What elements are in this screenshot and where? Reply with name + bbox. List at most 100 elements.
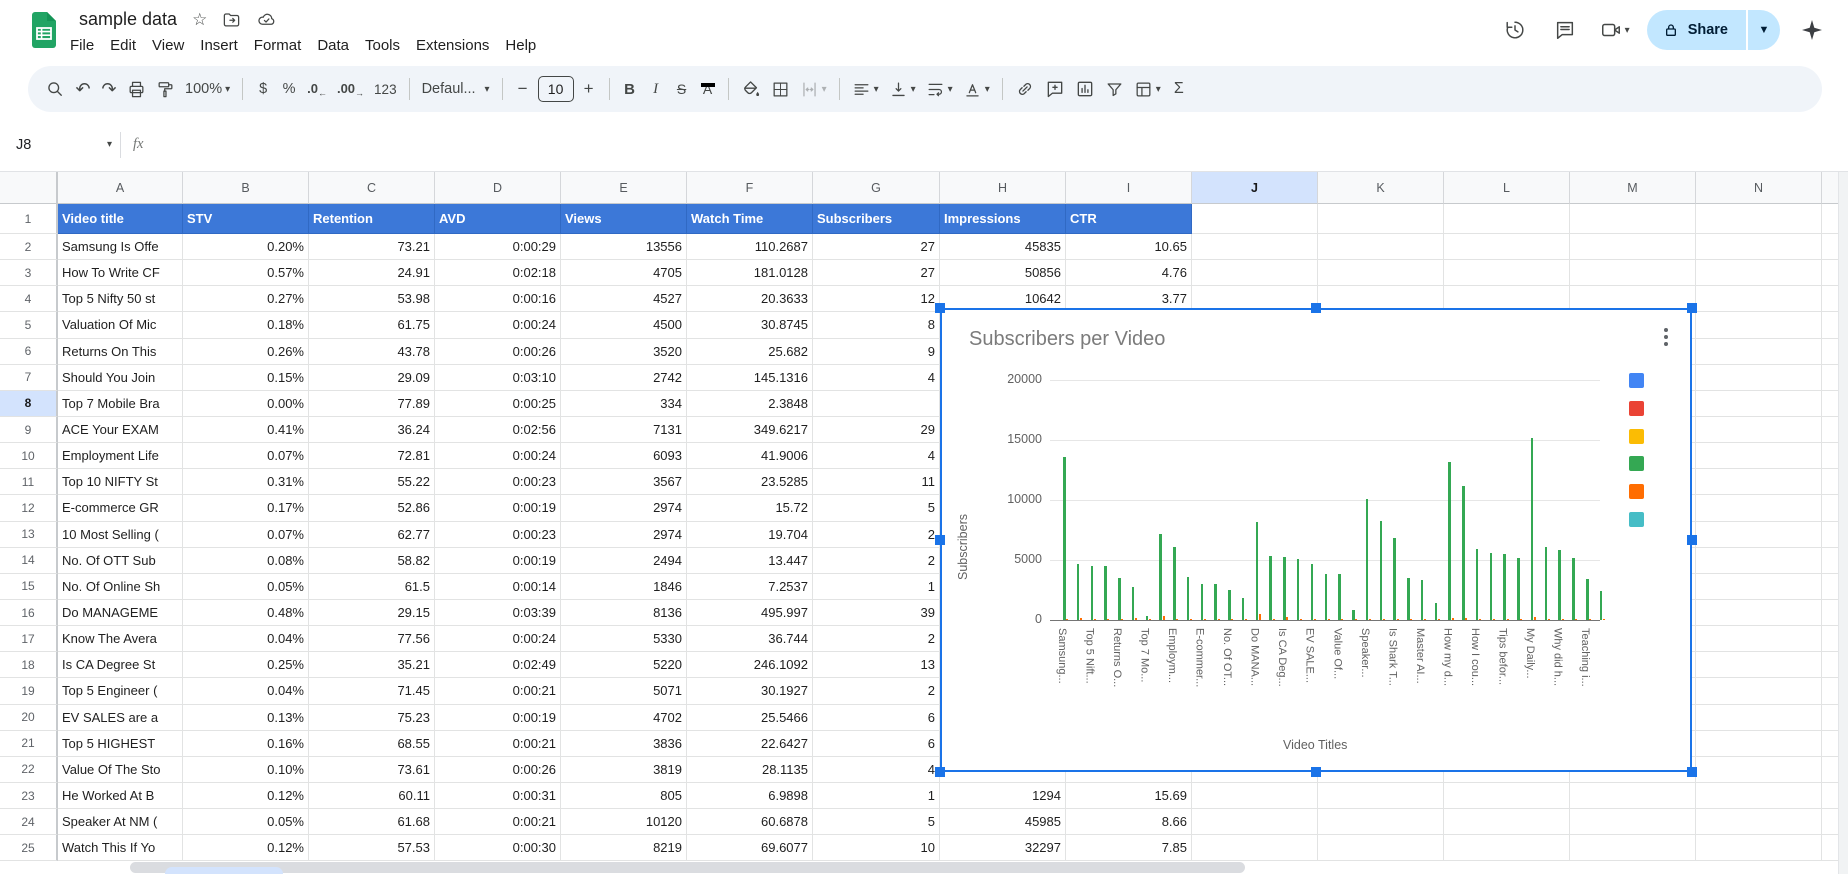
cell[interactable]: 0.05% (183, 809, 309, 835)
cell[interactable]: 0.04% (183, 626, 309, 652)
cell[interactable]: 10120 (561, 809, 687, 835)
table-views-button[interactable]: ▾ (1129, 74, 1166, 104)
cell[interactable]: 55.22 (309, 469, 435, 495)
cell[interactable]: Top 5 Nifty 50 st (58, 286, 183, 312)
share-options-caret[interactable]: ▼ (1748, 10, 1780, 50)
cell[interactable]: Video title (58, 204, 183, 234)
column-header-N[interactable]: N (1696, 172, 1822, 204)
column-header-H[interactable]: H (940, 172, 1066, 204)
cell[interactable] (1444, 835, 1570, 861)
cell[interactable]: 246.1092 (687, 652, 813, 678)
chart-selection-handle[interactable] (935, 535, 945, 545)
cell[interactable]: 6 (813, 705, 940, 731)
row-number-16[interactable]: 16 (0, 600, 58, 626)
chart-selection-handle[interactable] (1687, 535, 1697, 545)
cell[interactable]: 27 (813, 234, 940, 260)
cell[interactable]: 0.04% (183, 678, 309, 704)
cell[interactable] (1696, 391, 1822, 417)
cell[interactable]: 6093 (561, 443, 687, 469)
cell[interactable]: 1846 (561, 574, 687, 600)
row-number-11[interactable]: 11 (0, 469, 58, 495)
cell[interactable] (1444, 260, 1570, 286)
column-header-K[interactable]: K (1318, 172, 1444, 204)
cell[interactable]: Watch This If Yo (58, 835, 183, 861)
column-header-J[interactable]: J (1192, 172, 1318, 204)
cell[interactable]: 73.21 (309, 234, 435, 260)
insert-chart-button[interactable] (1070, 74, 1100, 104)
formula-input[interactable] (143, 118, 1848, 171)
cell[interactable] (1570, 809, 1696, 835)
cell[interactable]: Know The Avera (58, 626, 183, 652)
cell[interactable]: 181.0128 (687, 260, 813, 286)
cell[interactable]: Valuation Of Mic (58, 312, 183, 338)
cell[interactable] (1696, 835, 1822, 861)
text-color-button[interactable]: A (695, 74, 721, 104)
sheet-tab-remnant[interactable] (165, 867, 283, 874)
cell[interactable]: 20.3633 (687, 286, 813, 312)
cell[interactable]: 4 (813, 443, 940, 469)
column-header-C[interactable]: C (309, 172, 435, 204)
cell[interactable] (1696, 443, 1822, 469)
format-percent-button[interactable]: % (276, 74, 302, 104)
cell[interactable]: Top 7 Mobile Bra (58, 391, 183, 417)
cell[interactable]: 9 (813, 339, 940, 365)
menu-view[interactable]: View (144, 33, 192, 58)
row-number-23[interactable]: 23 (0, 783, 58, 809)
cell[interactable]: 0.07% (183, 443, 309, 469)
cell[interactable] (1696, 600, 1822, 626)
merge-cells-button[interactable]: ▾ (795, 74, 832, 104)
column-header-G[interactable]: G (813, 172, 940, 204)
column-header-E[interactable]: E (561, 172, 687, 204)
cell[interactable]: 68.55 (309, 731, 435, 757)
cell[interactable]: 10.65 (1066, 234, 1192, 260)
cell[interactable]: 0:00:14 (435, 574, 561, 600)
cell[interactable] (1318, 783, 1444, 809)
vertical-scrollbar[interactable] (1838, 172, 1848, 874)
increase-decimals-button[interactable]: .00→ (332, 74, 369, 104)
cell[interactable] (1696, 522, 1822, 548)
cell[interactable]: 0.48% (183, 600, 309, 626)
chart-selection-handle[interactable] (935, 767, 945, 777)
cell[interactable]: 0.08% (183, 548, 309, 574)
cell[interactable] (1192, 260, 1318, 286)
cell[interactable]: 73.61 (309, 757, 435, 783)
cell[interactable]: 5330 (561, 626, 687, 652)
cell[interactable] (1696, 417, 1822, 443)
strikethrough-button[interactable]: S (669, 74, 695, 104)
chart-menu-kebab-icon[interactable] (1654, 322, 1678, 352)
cell[interactable]: 0.25% (183, 652, 309, 678)
cell[interactable] (1696, 234, 1822, 260)
cell[interactable]: 52.86 (309, 495, 435, 521)
cell[interactable]: 61.68 (309, 809, 435, 835)
cell[interactable]: 0:00:23 (435, 522, 561, 548)
cell[interactable] (1696, 757, 1822, 783)
cell[interactable]: 60.6878 (687, 809, 813, 835)
row-number-1[interactable]: 1 (0, 204, 58, 234)
cell[interactable]: AVD (435, 204, 561, 234)
insert-comment-button[interactable] (1040, 74, 1070, 104)
cell[interactable]: 0:00:16 (435, 286, 561, 312)
row-number-2[interactable]: 2 (0, 234, 58, 260)
cell[interactable]: 110.2687 (687, 234, 813, 260)
cell[interactable]: 0.07% (183, 522, 309, 548)
cell[interactable]: Top 5 Engineer ( (58, 678, 183, 704)
borders-button[interactable] (766, 74, 795, 104)
cell[interactable]: Samsung Is Offe (58, 234, 183, 260)
row-number-15[interactable]: 15 (0, 574, 58, 600)
cell[interactable]: 0.17% (183, 495, 309, 521)
menu-extensions[interactable]: Extensions (408, 33, 497, 58)
format-currency-button[interactable]: $ (250, 74, 276, 104)
cell[interactable]: No. Of OTT Sub (58, 548, 183, 574)
cell[interactable]: 2742 (561, 365, 687, 391)
cell[interactable]: 19.704 (687, 522, 813, 548)
cell[interactable] (1696, 548, 1822, 574)
cell[interactable]: 5 (813, 809, 940, 835)
row-number-4[interactable]: 4 (0, 286, 58, 312)
cell[interactable]: 805 (561, 783, 687, 809)
row-number-14[interactable]: 14 (0, 548, 58, 574)
column-header-B[interactable]: B (183, 172, 309, 204)
cell[interactable]: Is CA Degree St (58, 652, 183, 678)
cell[interactable]: 71.45 (309, 678, 435, 704)
cell[interactable] (1318, 835, 1444, 861)
cell[interactable]: 0:00:26 (435, 757, 561, 783)
